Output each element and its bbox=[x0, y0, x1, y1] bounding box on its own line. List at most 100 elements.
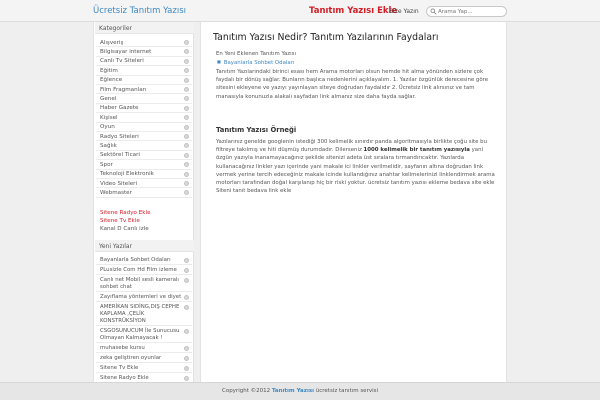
recent-post-label: PLusizle Com Hd Film izleme Sitesi bbox=[100, 266, 177, 275]
search-input[interactable] bbox=[438, 7, 504, 16]
paragraph-text: yani özgün yazıyla inanamayacağınız şeki… bbox=[216, 147, 495, 195]
category-label: Alışveriş bbox=[100, 39, 124, 46]
category-bullet-icon bbox=[184, 40, 189, 45]
category-label: Webmaster bbox=[100, 189, 132, 196]
category-label: Bilgisayar internet bbox=[100, 48, 152, 55]
category-bullet-icon bbox=[184, 49, 189, 55]
recent-posts-heading: Yeni Yazılar bbox=[95, 240, 194, 252]
category-item[interactable]: Eğlence bbox=[96, 76, 192, 85]
recent-post-item[interactable]: AMERİKAN SIDİNG,DIŞ CEPHE KAPLAMA ,ÇELİK… bbox=[96, 302, 192, 326]
recent-post-item[interactable]: Bayanlarla Sohbet Odaları bbox=[96, 255, 192, 265]
recent-post-item[interactable]: PLusizle Com Hd Film izleme Sitesi bbox=[96, 265, 192, 275]
category-bullet-icon bbox=[184, 96, 189, 102]
article-content: Tanıtım Yazısı Nedir? Tanıtım Yazılarını… bbox=[200, 22, 507, 382]
category-item[interactable]: Sağlık bbox=[96, 141, 192, 151]
category-item[interactable]: Alışveriş bbox=[96, 38, 192, 48]
category-label: Eğlence bbox=[100, 77, 123, 84]
category-label: Oyun bbox=[100, 124, 115, 131]
nav-add-post-link[interactable]: Tanıtım Yazısı Ekle bbox=[309, 6, 397, 16]
page-title: Tanıtım Yazısı Nedir? Tanıtım Yazılarını… bbox=[213, 32, 439, 43]
category-item[interactable]: Teknoloji Elektronik bbox=[96, 170, 192, 179]
category-item[interactable]: Film Fragmanları bbox=[96, 85, 192, 95]
search-box bbox=[426, 6, 507, 17]
recent-post-item[interactable]: Canlı net Mobil sesli kameralı sohbet ch… bbox=[96, 275, 192, 292]
recent-post-item[interactable]: Zayıflama yöntemleri ve diyet bbox=[96, 292, 192, 302]
category-item[interactable]: Kişisel bbox=[96, 113, 192, 123]
recent-post-item[interactable]: muhasebe kursu bbox=[96, 343, 192, 353]
article-subheading: Tanıtım Yazısı Örneği bbox=[216, 126, 297, 134]
recent-post-item[interactable]: zeka geliştiren oyunlar bbox=[96, 353, 192, 363]
kanal-d-link[interactable]: Kanal D Canlı izle bbox=[100, 226, 149, 232]
category-bullet-icon bbox=[184, 77, 189, 83]
site-footer: Copyright ©2012 Tanıtım Yazısı ücretsiz … bbox=[0, 382, 600, 400]
latest-post-label: En Yeni Eklenen Tanıtım Yazısı bbox=[216, 51, 296, 57]
recent-post-item[interactable]: CSGOSUNUCUM İle Sunucusu Olmayan Kalmaya… bbox=[96, 326, 192, 343]
category-bullet-icon bbox=[184, 171, 189, 177]
categories-heading: Kategoriler bbox=[95, 22, 194, 34]
category-item[interactable]: Sektörel Ticari bbox=[96, 151, 192, 161]
article-paragraph-2: Yazılarınız genelde googlenin istediği 3… bbox=[216, 138, 498, 195]
category-item[interactable]: Spor bbox=[96, 160, 192, 170]
category-bullet-icon bbox=[184, 87, 189, 92]
category-item[interactable]: Radyo Siteleri bbox=[96, 132, 192, 142]
post-bullet-icon bbox=[184, 329, 189, 334]
post-bullet-icon bbox=[184, 268, 189, 273]
latest-post-link[interactable]: Bayanlarla Sohbet Odaları bbox=[217, 60, 295, 66]
category-bullet-icon bbox=[184, 152, 189, 158]
category-label: Film Fragmanları bbox=[100, 86, 147, 93]
category-item[interactable]: Bilgisayar internet bbox=[96, 47, 192, 57]
category-item[interactable]: Eğitim bbox=[96, 66, 192, 76]
category-item[interactable]: Video Siteleri bbox=[96, 179, 192, 189]
footer-copyright: Copyright ©2012 bbox=[221, 388, 271, 394]
post-bullet-icon bbox=[184, 376, 189, 381]
recent-post-label: muhasebe kursu bbox=[100, 344, 145, 351]
category-label: Spor bbox=[100, 161, 113, 168]
footer-tagline: ücretsiz tanıtım servisi bbox=[315, 388, 379, 394]
recent-post-label: Sitene Tv Ekle bbox=[100, 364, 139, 371]
category-label: Video Siteleri bbox=[100, 180, 138, 187]
category-label: Sektörel Ticari bbox=[100, 152, 140, 159]
recent-post-item[interactable]: Sitene Tv Ekle bbox=[96, 363, 192, 373]
category-bullet-icon bbox=[184, 143, 189, 149]
post-bullet-icon bbox=[184, 366, 189, 371]
category-bullet-icon bbox=[184, 190, 189, 196]
search-icon[interactable] bbox=[430, 8, 437, 15]
article-paragraph-1: Tanıtım Yazılarındaki birinci esası hem … bbox=[216, 69, 489, 100]
site-title-link[interactable]: Ücretsiz Tanıtım Yazısı bbox=[93, 6, 186, 16]
category-label: Kişisel bbox=[100, 114, 118, 121]
category-item[interactable]: Genel bbox=[96, 94, 192, 104]
category-bullet-icon bbox=[184, 115, 189, 121]
add-tv-link[interactable]: Sitene Tv Ekle bbox=[100, 218, 140, 224]
category-bullet-icon bbox=[184, 58, 189, 64]
category-bullet-icon bbox=[184, 105, 189, 111]
recent-post-label: AMERİKAN SIDİNG,DIŞ CEPHE KAPLAMA ,ÇELİK… bbox=[100, 303, 180, 324]
category-bullet-icon bbox=[184, 181, 189, 186]
post-bullet-icon bbox=[184, 346, 189, 351]
category-item[interactable]: Canlı Tv Siteleri bbox=[96, 57, 192, 67]
post-bullet-icon bbox=[184, 356, 189, 361]
post-bullet-icon bbox=[184, 258, 189, 263]
post-bullet-icon bbox=[184, 305, 189, 310]
paragraph-bold-text: 1000 kelimelik bir tanıtım yazısıyla bbox=[363, 147, 470, 154]
recent-post-label: Canlı net Mobil sesli kameralı sohbet ch… bbox=[100, 276, 179, 290]
category-label: Canlı Tv Siteleri bbox=[100, 58, 144, 65]
category-item[interactable]: Oyun bbox=[96, 123, 192, 132]
footer-brand-link[interactable]: Tanıtım Yazısı bbox=[272, 388, 314, 394]
post-bullet-icon bbox=[184, 295, 189, 300]
category-label: Teknoloji Elektronik bbox=[100, 171, 154, 178]
recent-post-label: CSGOSUNUCUM İle Sunucusu Olmayan Kalmaya… bbox=[100, 327, 180, 341]
add-radio-link[interactable]: Sitene Radyo Ekle bbox=[100, 210, 151, 216]
category-item[interactable]: Haber Gazete bbox=[96, 104, 192, 114]
category-bullet-icon bbox=[184, 162, 189, 168]
sidebar: Kategoriler Alışveriş Bilgisayar interne… bbox=[93, 22, 194, 383]
category-label: Genel bbox=[100, 95, 117, 102]
category-item[interactable]: Webmaster bbox=[96, 188, 192, 198]
category-label: Sağlık bbox=[100, 142, 117, 149]
category-bullet-icon bbox=[184, 68, 189, 74]
category-label: Eğitim bbox=[100, 67, 118, 74]
recent-post-label: Sitene Radyo Ekle bbox=[100, 374, 149, 381]
category-label: Radyo Siteleri bbox=[100, 133, 139, 140]
recent-post-label: Zayıflama yöntemleri ve diyet bbox=[100, 293, 182, 300]
nav-contact-link[interactable]: Bize Yazın bbox=[389, 8, 419, 15]
recent-post-label: zeka geliştiren oyunlar bbox=[100, 354, 162, 361]
